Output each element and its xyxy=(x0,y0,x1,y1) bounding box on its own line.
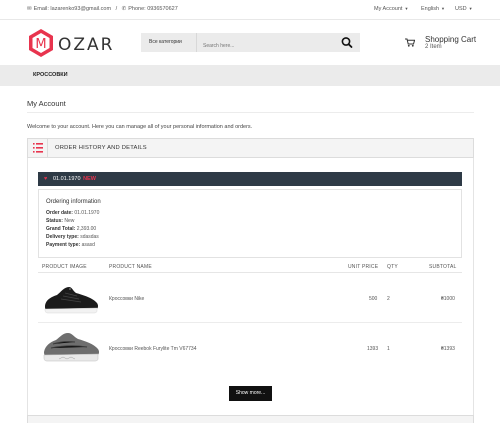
page-title: My Account xyxy=(27,99,66,108)
phone-icon: ✆ xyxy=(121,6,127,12)
order-info-box: Ordering information Order date: 01.01.1… xyxy=(38,189,462,258)
order-info-value: 01.01.1970 xyxy=(74,210,100,216)
divider xyxy=(27,112,474,113)
logo-mark-icon: M xyxy=(29,29,53,57)
envelope-icon: ✉ xyxy=(27,6,32,12)
logo-letter: M xyxy=(35,37,46,52)
order-info-row: Delivery type: sdasdas xyxy=(46,234,99,240)
currency-label: USD xyxy=(455,6,467,12)
nav-item-sneakers[interactable]: КРОССОВКИ xyxy=(33,72,68,78)
chevron-down-icon: ▼ xyxy=(468,6,473,11)
search-input[interactable] xyxy=(196,33,336,52)
order-info-label: Order date: xyxy=(46,210,73,216)
category-select[interactable]: Все категории xyxy=(141,33,196,52)
column-header-subtotal: SUBTOTAL xyxy=(429,264,457,270)
unit-price: 1393 xyxy=(367,346,379,352)
my-account-dropdown[interactable]: My Account ▼ xyxy=(374,6,408,12)
shopping-cart[interactable]: Shopping Cart 2 Item xyxy=(405,35,480,55)
divider xyxy=(38,322,462,323)
chevron-down-icon: ▼ xyxy=(404,6,409,11)
order-info-value: 2,393.00 xyxy=(76,226,97,232)
contact-info: ✉ Email: lazarenko93@gmail.com / ✆ Phone: … xyxy=(27,6,178,12)
site-logo[interactable]: M OZAR xyxy=(27,29,117,57)
search-button[interactable] xyxy=(340,36,354,49)
list-icon xyxy=(28,139,48,157)
order-header[interactable]: ♥ 01.01.1970 NEW xyxy=(38,172,462,186)
heart-icon: ♥ xyxy=(44,176,48,182)
divider xyxy=(38,272,462,273)
search-bar: Все категории xyxy=(141,33,360,52)
panel-title: ORDER HISTORY AND DETAILS xyxy=(55,145,147,151)
product-image[interactable] xyxy=(41,330,101,364)
contact-separator: / xyxy=(115,6,118,12)
cart-icon xyxy=(405,38,415,47)
language-dropdown[interactable]: English ▼ xyxy=(421,6,445,12)
order-info-label: Grand Total: xyxy=(46,226,76,232)
product-name[interactable]: Кроссовки Reebok Furylite Tm V67734 xyxy=(109,346,197,352)
quantity: 1 xyxy=(387,346,390,352)
order-info-label: Delivery type: xyxy=(46,234,79,240)
next-panel-header xyxy=(27,415,474,423)
unit-price: 500 xyxy=(369,296,378,302)
language-label: English xyxy=(421,6,440,12)
order-info-row: Payment type: asasd xyxy=(46,242,95,248)
order-date: 01.01.1970 xyxy=(53,176,81,182)
order-info-label: Status: xyxy=(46,218,63,224)
subtotal: ₴1393 xyxy=(441,346,455,352)
status-badge: NEW xyxy=(83,176,96,182)
main-navigation: КРОССОВКИ xyxy=(0,65,500,86)
column-header-image: PRODUCT IMAGE xyxy=(42,264,87,270)
product-image[interactable] xyxy=(41,283,101,317)
column-header-price: UNIT PRICE xyxy=(348,264,379,270)
chevron-down-icon: ▼ xyxy=(441,6,446,11)
order-info-label: Payment type: xyxy=(46,242,81,248)
contact-phone[interactable]: Phone: 0936570627 xyxy=(128,6,178,12)
order-info-value: sdasdas xyxy=(80,234,99,240)
top-bar: ✉ Email: lazarenko93@gmail.com / ✆ Phone: … xyxy=(0,0,500,20)
order-info-value: New xyxy=(64,218,75,224)
order-info-value: asasd xyxy=(81,242,95,248)
product-name[interactable]: Кроссовки Nike xyxy=(109,296,144,302)
cart-title: Shopping Cart xyxy=(425,35,477,44)
order-info-row: Grand Total: 2,393.00 xyxy=(46,226,96,232)
my-account-label: My Account xyxy=(374,6,403,12)
column-header-name: PRODUCT NAME xyxy=(109,264,152,270)
order-info-title: Ordering information xyxy=(46,199,101,205)
logo-text: OZAR xyxy=(58,35,115,55)
order-info-row: Order date: 01.01.1970 xyxy=(46,210,99,216)
subtotal: ₴1000 xyxy=(441,296,455,302)
currency-dropdown[interactable]: USD ▼ xyxy=(455,6,473,12)
column-header-qty: QTY xyxy=(387,264,398,270)
quantity: 2 xyxy=(387,296,390,302)
cart-count: 2 Item xyxy=(425,44,442,50)
order-history-panel-header: ORDER HISTORY AND DETAILS xyxy=(27,138,474,158)
welcome-text: Welcome to your account. Here you can ma… xyxy=(27,124,253,130)
search-icon xyxy=(341,37,353,48)
show-more-button[interactable]: Show more... xyxy=(229,386,272,401)
contact-email[interactable]: Email: lazarenko93@gmail.com xyxy=(34,6,111,12)
order-info-row: Status: New xyxy=(46,218,74,224)
